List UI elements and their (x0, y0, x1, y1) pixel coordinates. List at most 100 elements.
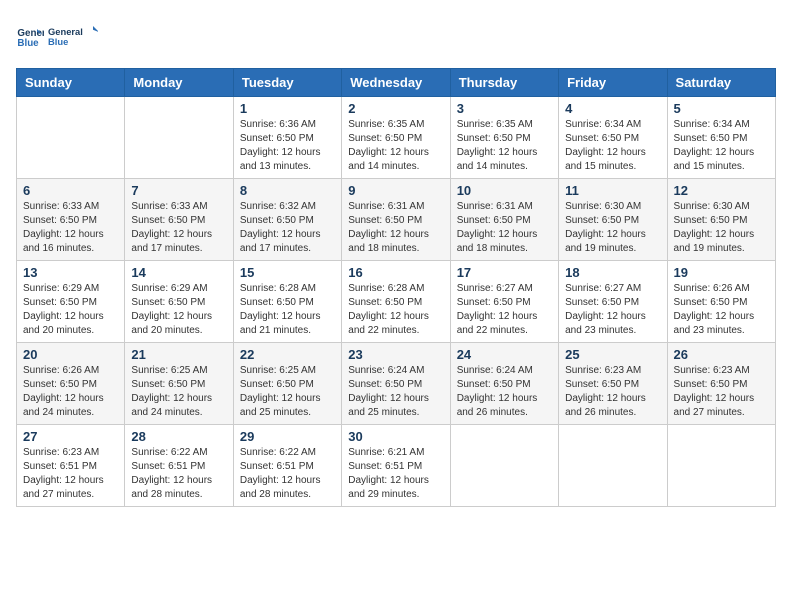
day-number: 8 (240, 183, 335, 198)
day-cell: 15Sunrise: 6:28 AM Sunset: 6:50 PM Dayli… (233, 261, 341, 343)
day-cell: 10 Sunrise: 6:31 AM Sunset: 6:50 PM Dayli… (450, 179, 558, 261)
day-cell: 16 Sunrise: 6:28 AM Sunset: 6:50 PM Dayli… (342, 261, 450, 343)
day-number: 19 (674, 265, 769, 280)
day-number: 13 (23, 265, 118, 280)
day-number: 10 (457, 183, 552, 198)
day-cell (667, 425, 775, 507)
day-number: 28 (131, 429, 226, 444)
day-cell: 25Sunrise: 6:23 AM Sunset: 6:50 PM Dayli… (559, 343, 667, 425)
day-cell: 19 Sunrise: 6:26 AM Sunset: 6:50 PM Dayli… (667, 261, 775, 343)
day-cell: 2 Sunrise: 6:35 AM Sunset: 6:50 PM Daylig… (342, 97, 450, 179)
day-info: Sunrise: 6:33 AM Sunset: 6:50 PM Dayligh… (23, 200, 118, 256)
day-number: 2 (348, 101, 443, 116)
day-cell: 14 Sunrise: 6:29 AM Sunset: 6:50 PM Dayli… (125, 261, 233, 343)
day-cell (125, 97, 233, 179)
calendar-table: SundayMondayTuesdayWednesdayThursdayFrid… (16, 68, 776, 507)
day-info: Sunrise: 6:35 AM Sunset: 6:50 PM Dayligh… (457, 118, 552, 174)
day-info: Sunrise: 6:31 AM Sunset: 6:50 PM Dayligh… (348, 200, 443, 256)
day-cell: 8 Sunrise: 6:32 AM Sunset: 6:50 PM Daylig… (233, 179, 341, 261)
day-info: Sunrise: 6:32 AM Sunset: 6:50 PM Dayligh… (240, 200, 335, 256)
weekday-thursday: Thursday (450, 69, 558, 97)
day-cell: 24Sunrise: 6:24 AM Sunset: 6:50 PM Dayli… (450, 343, 558, 425)
day-cell: 6 Sunrise: 6:33 AM Sunset: 6:50 PM Daylig… (17, 179, 125, 261)
day-cell: 17 Sunrise: 6:27 AM Sunset: 6:50 PM Dayli… (450, 261, 558, 343)
day-cell: 11 Sunrise: 6:30 AM Sunset: 6:50 PM Dayli… (559, 179, 667, 261)
weekday-monday: Monday (125, 69, 233, 97)
day-number: 14 (131, 265, 226, 280)
day-info: Sunrise: 6:36 AM Sunset: 6:50 PM Dayligh… (240, 118, 335, 174)
week-row-1: 1 Sunrise: 6:36 AM Sunset: 6:50 PM Daylig… (17, 97, 776, 179)
weekday-sunday: Sunday (17, 69, 125, 97)
day-cell: 29 Sunrise: 6:22 AM Sunset: 6:51 PM Dayli… (233, 425, 341, 507)
day-info: Sunrise: 6:24 AM Sunset: 6:50 PM Dayligh… (348, 364, 443, 420)
day-number: 24 (457, 347, 552, 362)
svg-text:General: General (48, 27, 83, 37)
day-info: Sunrise: 6:34 AM Sunset: 6:50 PM Dayligh… (674, 118, 769, 174)
day-cell: 30Sunrise: 6:21 AM Sunset: 6:51 PM Dayli… (342, 425, 450, 507)
day-number: 6 (23, 183, 118, 198)
week-row-3: 13 Sunrise: 6:29 AM Sunset: 6:50 PM Dayli… (17, 261, 776, 343)
day-info: Sunrise: 6:26 AM Sunset: 6:50 PM Dayligh… (23, 364, 118, 420)
week-row-2: 6 Sunrise: 6:33 AM Sunset: 6:50 PM Daylig… (17, 179, 776, 261)
day-number: 7 (131, 183, 226, 198)
day-cell (450, 425, 558, 507)
day-info: Sunrise: 6:27 AM Sunset: 6:50 PM Dayligh… (457, 282, 552, 338)
day-info: Sunrise: 6:26 AM Sunset: 6:50 PM Dayligh… (674, 282, 769, 338)
day-info: Sunrise: 6:31 AM Sunset: 6:50 PM Dayligh… (457, 200, 552, 256)
day-number: 30 (348, 429, 443, 444)
day-cell: 9 Sunrise: 6:31 AM Sunset: 6:50 PM Daylig… (342, 179, 450, 261)
logo-svg: General Blue (48, 16, 98, 56)
day-info: Sunrise: 6:34 AM Sunset: 6:50 PM Dayligh… (565, 118, 660, 174)
day-number: 9 (348, 183, 443, 198)
day-cell (17, 97, 125, 179)
day-number: 22 (240, 347, 335, 362)
day-number: 20 (23, 347, 118, 362)
day-number: 16 (348, 265, 443, 280)
day-info: Sunrise: 6:28 AM Sunset: 6:50 PM Dayligh… (240, 282, 335, 338)
day-cell (559, 425, 667, 507)
day-info: Sunrise: 6:25 AM Sunset: 6:50 PM Dayligh… (240, 364, 335, 420)
day-info: Sunrise: 6:30 AM Sunset: 6:50 PM Dayligh… (674, 200, 769, 256)
day-cell: 13Sunrise: 6:29 AM Sunset: 6:50 PM Dayli… (17, 261, 125, 343)
day-info: Sunrise: 6:23 AM Sunset: 6:50 PM Dayligh… (674, 364, 769, 420)
weekday-header-row: SundayMondayTuesdayWednesdayThursdayFrid… (17, 69, 776, 97)
day-cell: 22 Sunrise: 6:25 AM Sunset: 6:50 PM Dayli… (233, 343, 341, 425)
svg-text:Blue: Blue (17, 38, 39, 49)
day-number: 11 (565, 183, 660, 198)
day-info: Sunrise: 6:33 AM Sunset: 6:50 PM Dayligh… (131, 200, 226, 256)
day-number: 29 (240, 429, 335, 444)
day-info: Sunrise: 6:22 AM Sunset: 6:51 PM Dayligh… (240, 446, 335, 502)
day-number: 18 (565, 265, 660, 280)
day-info: Sunrise: 6:27 AM Sunset: 6:50 PM Dayligh… (565, 282, 660, 338)
logo: General Blue General Blue (16, 16, 98, 56)
day-cell: 21Sunrise: 6:25 AM Sunset: 6:50 PM Dayli… (125, 343, 233, 425)
weekday-saturday: Saturday (667, 69, 775, 97)
day-cell: 7 Sunrise: 6:33 AM Sunset: 6:50 PM Daylig… (125, 179, 233, 261)
day-cell: 28 Sunrise: 6:22 AM Sunset: 6:51 PM Dayli… (125, 425, 233, 507)
day-info: Sunrise: 6:35 AM Sunset: 6:50 PM Dayligh… (348, 118, 443, 174)
week-row-4: 20 Sunrise: 6:26 AM Sunset: 6:50 PM Dayli… (17, 343, 776, 425)
day-cell: 3 Sunrise: 6:35 AM Sunset: 6:50 PM Daylig… (450, 97, 558, 179)
day-info: Sunrise: 6:30 AM Sunset: 6:50 PM Dayligh… (565, 200, 660, 256)
logo-icon: General Blue (16, 22, 44, 50)
weekday-friday: Friday (559, 69, 667, 97)
day-number: 3 (457, 101, 552, 116)
day-info: Sunrise: 6:22 AM Sunset: 6:51 PM Dayligh… (131, 446, 226, 502)
day-number: 4 (565, 101, 660, 116)
week-row-5: 27Sunrise: 6:23 AM Sunset: 6:51 PM Dayli… (17, 425, 776, 507)
day-info: Sunrise: 6:28 AM Sunset: 6:50 PM Dayligh… (348, 282, 443, 338)
day-number: 5 (674, 101, 769, 116)
day-info: Sunrise: 6:29 AM Sunset: 6:50 PM Dayligh… (131, 282, 226, 338)
day-number: 17 (457, 265, 552, 280)
day-cell: 4 Sunrise: 6:34 AM Sunset: 6:50 PM Daylig… (559, 97, 667, 179)
day-number: 25 (565, 347, 660, 362)
day-number: 27 (23, 429, 118, 444)
day-cell: 27Sunrise: 6:23 AM Sunset: 6:51 PM Dayli… (17, 425, 125, 507)
day-number: 23 (348, 347, 443, 362)
day-number: 1 (240, 101, 335, 116)
day-number: 21 (131, 347, 226, 362)
day-cell: 26Sunrise: 6:23 AM Sunset: 6:50 PM Dayli… (667, 343, 775, 425)
svg-text:Blue: Blue (48, 37, 68, 47)
page-header: General Blue General Blue (16, 16, 776, 56)
day-number: 12 (674, 183, 769, 198)
